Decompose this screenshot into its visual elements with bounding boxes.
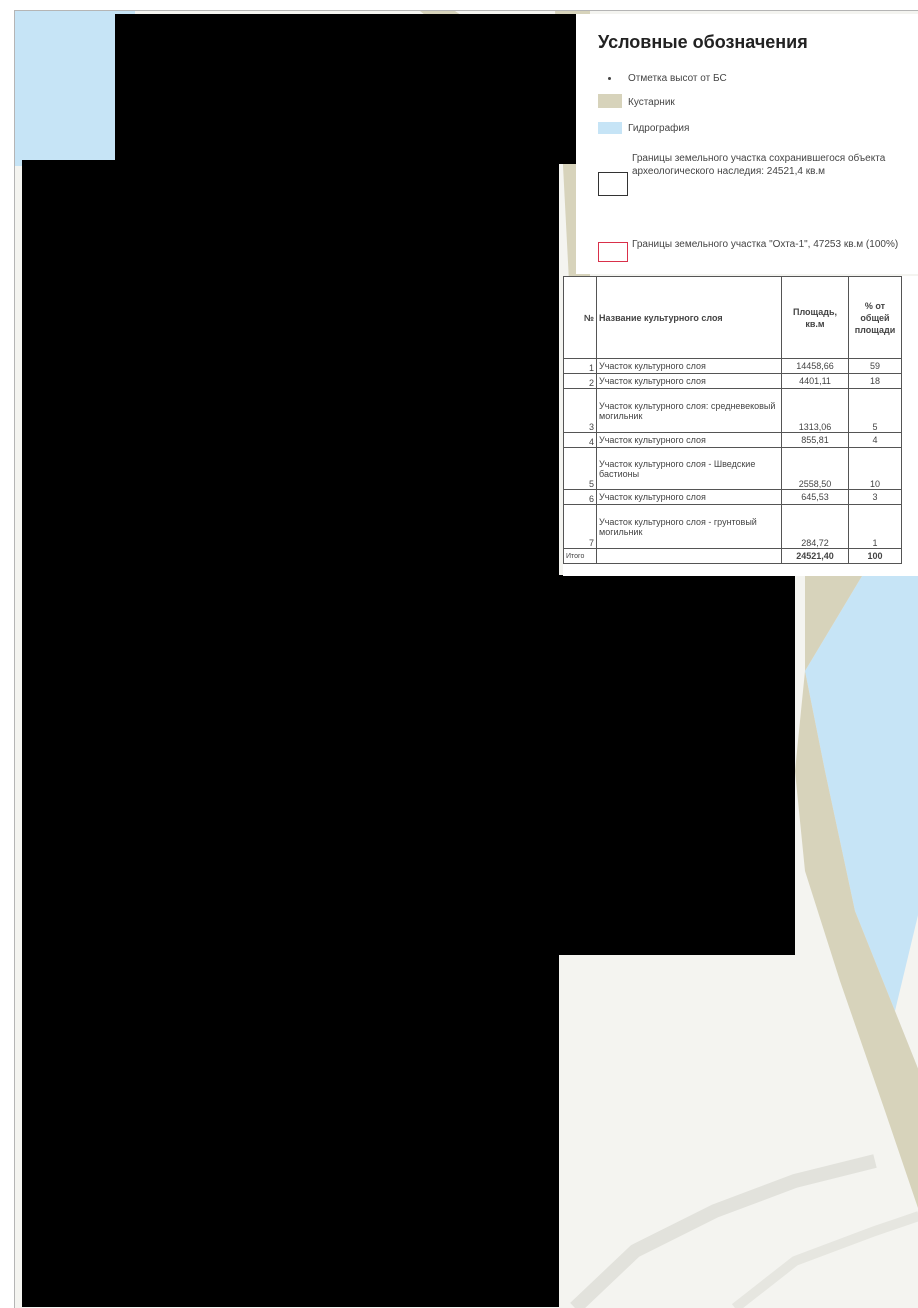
legend-item-heritage-boundary: Границы земельного участка сохранившегос…	[598, 152, 910, 210]
row-area: 1313,06	[781, 388, 849, 433]
row-num: 3	[563, 388, 597, 433]
legend-item-water: Гидрография	[598, 122, 898, 138]
areas-table: № Название культурного слоя Площадь, кв.…	[563, 276, 902, 564]
row-pct: 10	[848, 447, 902, 490]
row-area: 14458,66	[781, 358, 849, 374]
map-legend: Условные обозначения Отметка высот от БС…	[576, 14, 918, 274]
row-name: Участок культурного слоя	[596, 358, 782, 374]
dot-icon	[608, 77, 611, 80]
table-row: 4 Участок культурного слоя 855,81 4	[563, 432, 902, 448]
row-pct: 59	[848, 358, 902, 374]
legend-item-elevation: Отметка высот от БС	[598, 72, 898, 86]
row-num: 2	[563, 373, 597, 389]
row-name: Участок культурного слоя	[596, 373, 782, 389]
legend-item-shrub: Кустарник	[598, 94, 898, 110]
total-area: 24521,40	[781, 548, 849, 564]
table-row: 2 Участок культурного слоя 4401,11 18	[563, 373, 902, 389]
row-pct: 1	[848, 504, 902, 549]
shrub-fill-icon	[598, 94, 622, 108]
col-header-area: Площадь, кв.м	[781, 276, 849, 359]
legend-item-plot-boundary: Границы земельного участка "Охта-1", 472…	[598, 238, 910, 268]
row-pct: 4	[848, 432, 902, 448]
row-name: Участок культурного слоя	[596, 489, 782, 505]
col-header-pct: % от общей площади	[848, 276, 902, 359]
col-header-num: №	[563, 276, 597, 359]
legend-item-label: Гидрография	[628, 123, 690, 134]
row-name: Участок культурного слоя - грунтовый мог…	[596, 504, 782, 549]
redaction-block	[115, 14, 577, 164]
legend-item-label: Границы земельного участка "Охта-1", 472…	[632, 239, 899, 250]
red-outline-icon	[598, 242, 628, 262]
total-label: Итого	[563, 548, 597, 564]
row-pct: 18	[848, 373, 902, 389]
row-area: 4401,11	[781, 373, 849, 389]
redaction-block	[555, 575, 795, 955]
row-num: 5	[563, 447, 597, 490]
row-area: 284,72	[781, 504, 849, 549]
row-name: Участок культурного слоя - Шведские баст…	[596, 447, 782, 490]
row-area: 645,53	[781, 489, 849, 505]
legend-title: Условные обозначения	[598, 32, 808, 52]
col-header-name: Название культурного слоя	[596, 276, 782, 359]
table-row: 3 Участок культурного слоя: средневековы…	[563, 388, 902, 433]
road-line	[570, 1154, 877, 1308]
table-row: 1 Участок культурного слоя 14458,66 59	[563, 358, 902, 374]
table-total-row: Итого 24521,40 100	[563, 548, 902, 564]
total-pct: 100	[848, 548, 902, 564]
water-fill-icon	[598, 122, 622, 134]
legend-item-label: Границы земельного участка сохранившегос…	[632, 153, 886, 177]
table-row: 6 Участок культурного слоя 645,53 3	[563, 489, 902, 505]
total-name	[596, 548, 782, 564]
row-num: 4	[563, 432, 597, 448]
table-row: 7 Участок культурного слоя - грунтовый м…	[563, 504, 902, 549]
row-area: 855,81	[781, 432, 849, 448]
row-num: 1	[563, 358, 597, 374]
black-outline-icon	[598, 172, 628, 196]
table-header-row: № Название культурного слоя Площадь, кв.…	[563, 276, 902, 359]
legend-item-label: Кустарник	[628, 97, 675, 108]
row-area: 2558,50	[781, 447, 849, 490]
row-num: 6	[563, 489, 597, 505]
row-num: 7	[563, 504, 597, 549]
row-pct: 5	[848, 388, 902, 433]
redaction-block	[22, 160, 559, 1307]
table-row: 5 Участок культурного слоя - Шведские ба…	[563, 447, 902, 490]
row-pct: 3	[848, 489, 902, 505]
row-name: Участок культурного слоя: средневековый …	[596, 388, 782, 433]
areas-table-panel: № Название культурного слоя Площадь, кв.…	[563, 276, 918, 576]
row-name: Участок культурного слоя	[596, 432, 782, 448]
legend-item-label: Отметка высот от БС	[628, 73, 727, 84]
road-line	[731, 1211, 918, 1308]
